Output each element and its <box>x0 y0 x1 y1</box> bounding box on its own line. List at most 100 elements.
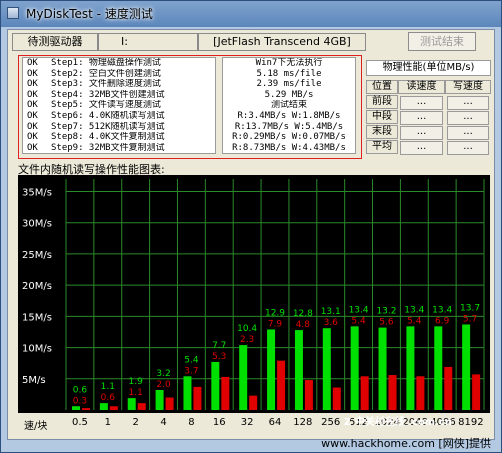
step-status: OK <box>27 110 38 121</box>
read-value-label: 10.4 <box>237 324 257 334</box>
title-bar: MyDiskTest - 速度测试 <box>1 1 501 27</box>
write-value-label: 5.6 <box>379 318 394 328</box>
client-area: 待测驱动器 I: [JetFlash Transcend 4GB] 测试结束 O… <box>7 29 495 440</box>
read-bar <box>462 324 471 410</box>
x-tick-label: 8 <box>188 417 195 428</box>
write-bar <box>388 375 397 410</box>
step-label: Step1: 物理磁盘操作测试 <box>51 58 161 68</box>
footer: www.hackhome.com [网侠]提供 <box>1 434 501 452</box>
perf-read-value: ... <box>400 111 443 125</box>
x-tick-label: 4 <box>160 417 167 428</box>
y-tick-label: 5M/s <box>22 375 46 386</box>
step-result: R:13.7MB/s W:5.4MB/s <box>234 121 344 132</box>
read-value-label: 5.4 <box>184 355 199 365</box>
app-icon <box>7 7 19 19</box>
write-bar <box>137 403 146 410</box>
x-tick-label: 1 <box>104 417 111 428</box>
write-bar <box>277 360 286 410</box>
read-bar <box>127 398 136 410</box>
write-bar <box>221 376 230 410</box>
read-bar <box>239 345 248 410</box>
read-value-label: 13.4 <box>349 305 369 315</box>
write-bar <box>304 380 313 410</box>
read-value-label: 13.4 <box>404 305 424 315</box>
write-bar <box>416 376 425 410</box>
write-value-label: 2.0 <box>156 380 171 390</box>
window-title: MyDiskTest - 速度测试 <box>26 7 153 21</box>
x-axis-title: 速/块 <box>24 421 48 432</box>
app-window: MyDiskTest - 速度测试 待测驱动器 I: [JetFlash Tra… <box>0 0 502 453</box>
write-value-label: 4.8 <box>296 320 311 330</box>
write-value-label: 5.4 <box>351 316 366 326</box>
x-tick-label: 32 <box>240 417 254 428</box>
write-value-label: 5.3 <box>212 352 226 362</box>
read-bar <box>294 330 303 410</box>
read-bar <box>183 376 192 410</box>
step-status: OK <box>27 89 38 100</box>
write-value-label: 1.1 <box>129 388 143 398</box>
end-test-button[interactable]: 测试结束 <box>408 32 476 51</box>
step-row: OK Step9: 32MB文件复制测试 <box>23 143 215 154</box>
step-status: OK <box>27 121 38 132</box>
x-tick-label: 64 <box>268 417 282 428</box>
step-label: Step7: 512K随机读写测试 <box>51 121 165 132</box>
step-result: 测试结束 <box>270 100 307 111</box>
write-bar <box>193 386 202 410</box>
chart-area: 5M/s 10M/s 15M/s 20M/s 25M/s 30M/s 35M/s 0.6 0.3… <box>18 175 490 413</box>
step-status: OK <box>27 68 38 79</box>
read-bar <box>72 406 80 410</box>
x-tick-label: 0.5 <box>71 417 88 428</box>
perf-write-value: ... <box>447 141 489 155</box>
step-label: Step8: 4.0K文件复制测试 <box>51 132 165 143</box>
device-name: [JetFlash Transcend 4GB] <box>198 33 366 51</box>
read-bar <box>99 403 108 410</box>
read-bar <box>267 329 276 410</box>
read-value-label: 1.1 <box>101 382 115 392</box>
x-tick-label: 128 <box>293 417 313 428</box>
read-value-label: 7.7 <box>212 341 226 351</box>
read-bar <box>155 390 164 410</box>
step-result: R:3.4MB/s W:1.8MB/s <box>237 110 341 121</box>
perf-header: 读速度 <box>398 80 445 94</box>
step-result: 2.39 ms/file <box>256 79 322 90</box>
x-tick-label: 8192 <box>458 417 484 428</box>
write-bar <box>249 395 258 410</box>
step-result: 5.29 MB/s <box>264 89 314 100</box>
step-status: OK <box>27 142 38 153</box>
write-bar <box>165 397 174 410</box>
write-bar <box>360 376 369 410</box>
step-label: Step4: 32MB文件创建测试 <box>51 89 165 100</box>
read-value-label: 13.7 <box>460 303 480 313</box>
step-row: OK Step5: 文件读写速度测试 <box>23 100 215 111</box>
write-bar <box>472 374 481 410</box>
perf-row-label: 平均 <box>366 140 398 154</box>
drive-letter[interactable]: I: <box>98 33 198 51</box>
read-value-label: 13.4 <box>432 305 452 315</box>
perf-read-value: ... <box>400 96 443 110</box>
drive-label: 待测驱动器 <box>12 33 98 51</box>
write-value-label: 2.3 <box>240 335 254 345</box>
step-status: OK <box>27 100 38 111</box>
write-bar <box>444 366 453 410</box>
perf-write-value: ... <box>447 96 489 110</box>
footer-text: www.hackhome.com [网侠]提供 <box>321 437 491 450</box>
step-label: Step3: 文件删除速度测试 <box>51 79 161 90</box>
step-status: OK <box>27 58 38 68</box>
perf-row-label: 末段 <box>366 125 398 139</box>
write-bar <box>82 408 90 410</box>
y-tick-label: 20M/s <box>22 281 52 292</box>
step-label: Step9: 32MB文件复制测试 <box>51 142 165 153</box>
write-value-label: 0.6 <box>101 393 116 403</box>
step-result: R:0.29MB/s W:0.07MB/s <box>232 132 346 143</box>
y-tick-label: 15M/s <box>22 312 52 323</box>
step-status: OK <box>27 79 38 90</box>
read-value-label: 12.8 <box>293 309 313 319</box>
write-value-label: 5.7 <box>463 314 477 324</box>
step-row: OK Step7: 512K随机读写测试 <box>23 122 215 133</box>
step-result: Win7下无法执行 <box>255 58 323 68</box>
perf-header: 写速度 <box>445 80 491 94</box>
write-value-label: 7.9 <box>268 319 283 329</box>
step-row: OK Step6: 4.0K随机读写测试 <box>23 111 215 122</box>
step-row: OK Step8: 4.0K文件复制测试 <box>23 132 215 143</box>
results-list: Win7下无法执行 5.18 ms/file 2.39 ms/file 5.29 MB… <box>222 57 356 154</box>
